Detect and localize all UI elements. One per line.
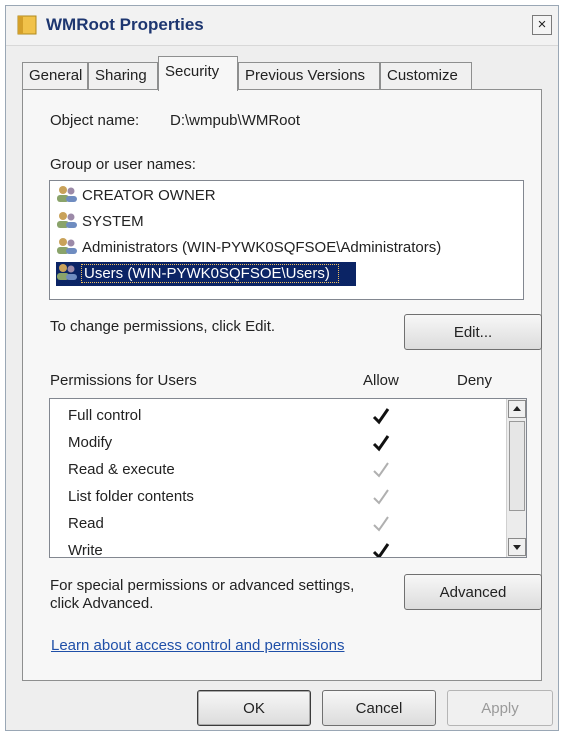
user-item-label: Users (WIN-PYWK0SQFSOE\Users) <box>81 264 339 283</box>
special-permissions-text-line2: click Advanced. <box>50 595 154 612</box>
security-panel: Object name: D:\wmpub\WMRoot Group or us… <box>22 89 542 681</box>
permission-name: Read & execute <box>68 461 175 478</box>
tab-security[interactable]: Security <box>158 56 238 91</box>
permission-name: Write <box>68 542 103 558</box>
allow-column-header: Allow <box>363 372 399 389</box>
permission-name: List folder contents <box>68 488 194 505</box>
folder-icon <box>17 15 37 35</box>
permissions-header: Permissions for Users <box>50 372 197 389</box>
properties-window: WMRoot Properties × General Sharing Secu… <box>5 5 559 731</box>
permission-name: Read <box>68 515 104 532</box>
checkmark-icon <box>373 462 389 478</box>
arrow-up-icon <box>513 406 521 411</box>
edit-button[interactable]: Edit... <box>404 314 542 350</box>
user-item-label: CREATOR OWNER <box>82 187 216 204</box>
deny-column-header: Deny <box>457 372 493 389</box>
user-item-label: SYSTEM <box>82 213 144 230</box>
permission-name: Modify <box>68 434 113 451</box>
permission-row: List folder contents <box>50 484 510 511</box>
checkmark-icon <box>373 516 389 532</box>
permission-name: Full control <box>68 407 142 424</box>
special-permissions-text-line1: For special permissions or advanced sett… <box>50 577 355 594</box>
permission-row: Read <box>50 511 510 538</box>
close-button[interactable]: × <box>532 15 552 35</box>
tab-general[interactable]: General <box>22 62 88 90</box>
checkmark-icon <box>372 435 390 452</box>
ok-button[interactable]: OK <box>197 690 311 726</box>
permission-row: Write <box>50 538 510 558</box>
permission-row: Full control <box>50 403 510 430</box>
object-name-value: D:\wmpub\WMRoot <box>170 112 301 129</box>
user-item-administrators[interactable]: Administrators (WIN-PYWK0SQFSOE\Administ… <box>56 236 516 260</box>
object-name-label: Object name: <box>50 112 140 129</box>
advanced-button[interactable]: Advanced <box>404 574 542 610</box>
group-user-list[interactable]: CREATOR OWNER SYSTEM Administrators (WIN… <box>49 180 524 300</box>
permissions-list[interactable]: Full control Modify Read & execute List … <box>49 398 527 558</box>
scroll-down-button[interactable] <box>508 538 526 556</box>
arrow-down-icon <box>513 545 521 550</box>
window-title: WMRoot Properties <box>46 15 204 34</box>
users-group-icon <box>57 238 77 254</box>
user-item-label: Administrators (WIN-PYWK0SQFSOE\Administ… <box>82 239 442 256</box>
permission-row: Modify <box>50 430 510 457</box>
user-item-creator-owner[interactable]: CREATOR OWNER <box>56 184 516 208</box>
learn-about-permissions-link[interactable]: Learn about access control and permissio… <box>51 637 345 654</box>
checkmark-icon <box>372 408 390 425</box>
tab-previous-versions[interactable]: Previous Versions <box>238 62 380 90</box>
users-group-icon <box>57 212 77 228</box>
checkmark-icon <box>372 543 390 557</box>
user-item-system[interactable]: SYSTEM <box>56 210 516 234</box>
scroll-up-button[interactable] <box>508 400 526 418</box>
title-bar[interactable]: WMRoot Properties × <box>6 6 558 46</box>
permissions-scrollbar[interactable] <box>506 399 526 557</box>
users-group-icon <box>57 264 77 280</box>
user-item-users[interactable]: Users (WIN-PYWK0SQFSOE\Users) <box>56 262 356 286</box>
tab-customize[interactable]: Customize <box>380 62 472 90</box>
scroll-thumb[interactable] <box>509 421 525 511</box>
users-group-icon <box>57 186 77 202</box>
tab-sharing[interactable]: Sharing <box>88 62 158 90</box>
apply-button[interactable]: Apply <box>447 690 553 726</box>
permission-row: Read & execute <box>50 457 510 484</box>
change-permissions-text: To change permissions, click Edit. <box>50 318 276 335</box>
checkmark-icon <box>373 489 389 505</box>
cancel-button[interactable]: Cancel <box>322 690 436 726</box>
group-names-label: Group or user names: <box>50 156 196 173</box>
